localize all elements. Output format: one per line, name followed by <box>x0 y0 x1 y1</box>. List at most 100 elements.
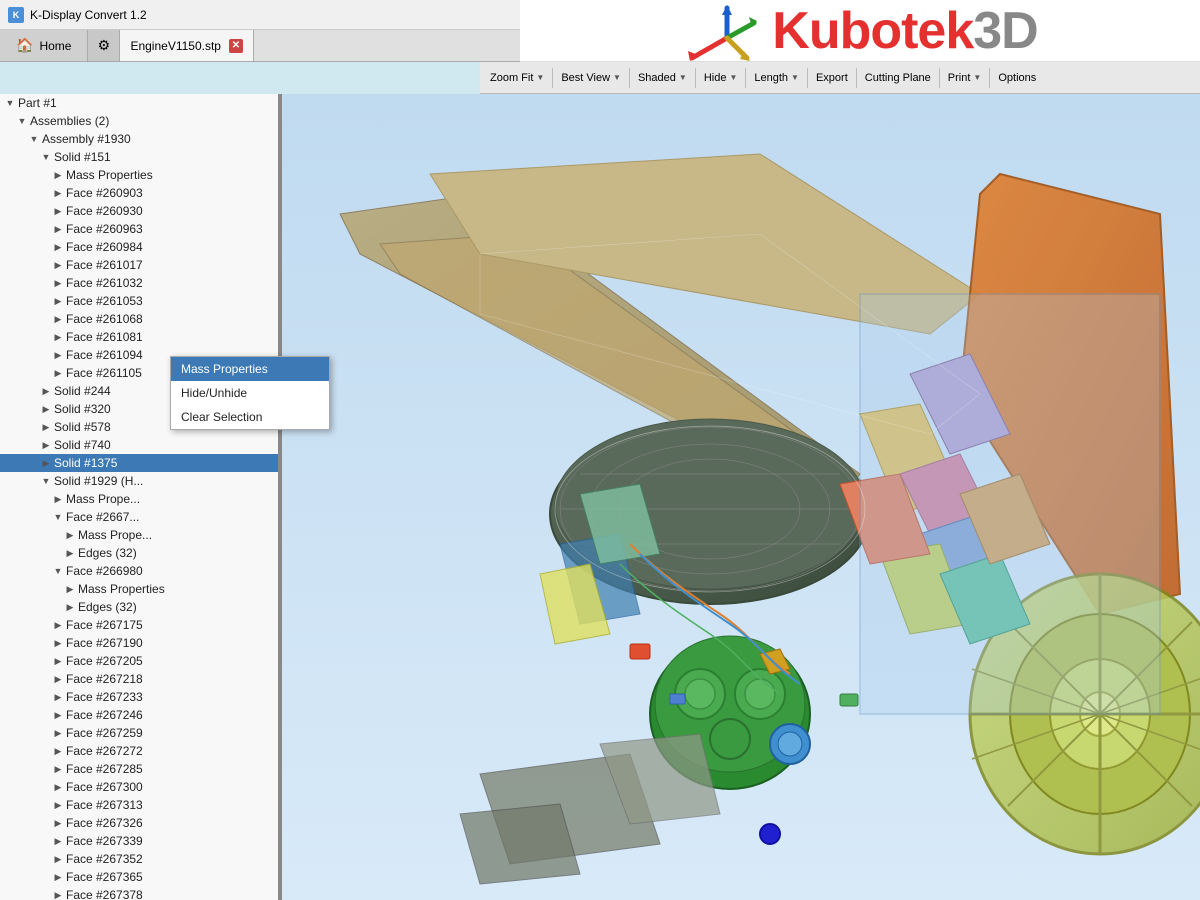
tree-arrow: ▶ <box>52 188 64 199</box>
tree-item-edges32_1[interactable]: ▶Edges (32) <box>0 544 278 562</box>
app-icon: K <box>8 7 24 23</box>
tree-item-solid1929[interactable]: ▼Solid #1929 (H... <box>0 472 278 490</box>
tree-item-face267365[interactable]: ▶Face #267365 <box>0 868 278 886</box>
toolbar-btn-hide[interactable]: Hide▼ <box>698 66 744 90</box>
tree-arrow: ▶ <box>40 440 52 451</box>
tree-item-face267259[interactable]: ▶Face #267259 <box>0 724 278 742</box>
tree-arrow: ▶ <box>52 260 64 271</box>
settings-icon: ⚙ <box>98 37 111 54</box>
tree-item-mass_props_266980[interactable]: ▶Mass Properties <box>0 580 278 598</box>
tree-label: Face #267352 <box>64 852 143 866</box>
tree-item-face267300[interactable]: ▶Face #267300 <box>0 778 278 796</box>
tree-label: Face #267339 <box>64 834 143 848</box>
tree-label: Mass Prope... <box>64 492 140 506</box>
tree-item-face267352[interactable]: ▶Face #267352 <box>0 850 278 868</box>
tree-item-edges32_2[interactable]: ▶Edges (32) <box>0 598 278 616</box>
tree-label: Solid #1929 (H... <box>52 474 143 488</box>
tree-item-face267246[interactable]: ▶Face #267246 <box>0 706 278 724</box>
tree-item-face267272[interactable]: ▶Face #267272 <box>0 742 278 760</box>
tree-item-face261068[interactable]: ▶Face #261068 <box>0 310 278 328</box>
toolbar-btn-length[interactable]: Length▼ <box>748 66 805 90</box>
tree-item-assemblies[interactable]: ▼Assemblies (2) <box>0 112 278 130</box>
context-menu-item-clear-selection[interactable]: Clear Selection <box>171 405 329 429</box>
tree-item-face267175[interactable]: ▶Face #267175 <box>0 616 278 634</box>
tree-item-assembly1930[interactable]: ▼Assembly #1930 <box>0 130 278 148</box>
tree-arrow: ▶ <box>40 458 52 469</box>
tree-item-part1[interactable]: ▼Part #1 <box>0 94 278 112</box>
tree-item-solid740[interactable]: ▶Solid #740 <box>0 436 278 454</box>
tree-item-face260984[interactable]: ▶Face #260984 <box>0 238 278 256</box>
toolbar-divider <box>807 68 808 88</box>
tree-item-face261032[interactable]: ▶Face #261032 <box>0 274 278 292</box>
tab-settings[interactable]: ⚙ <box>88 30 120 61</box>
tree-item-face2667[interactable]: ▼Face #2667... <box>0 508 278 526</box>
tree-label: Face #267272 <box>64 744 143 758</box>
tree-arrow: ▼ <box>40 476 52 486</box>
tree-label: Face #267326 <box>64 816 143 830</box>
tree-item-face260930[interactable]: ▶Face #260930 <box>0 202 278 220</box>
tree-label: Assembly #1930 <box>40 132 131 146</box>
tree-arrow: ▶ <box>52 170 64 181</box>
tree-item-face267326[interactable]: ▶Face #267326 <box>0 814 278 832</box>
tree-item-face267285[interactable]: ▶Face #267285 <box>0 760 278 778</box>
dropdown-arrow: ▼ <box>791 73 799 82</box>
home-icon: 🏠 <box>16 37 33 54</box>
tree-label: Face #267246 <box>64 708 143 722</box>
tree-item-solid1375[interactable]: ▶Solid #1375 <box>0 454 278 472</box>
tree-item-face261017[interactable]: ▶Face #261017 <box>0 256 278 274</box>
tree-item-face267205[interactable]: ▶Face #267205 <box>0 652 278 670</box>
tree-label: Face #267218 <box>64 672 143 686</box>
tree-label: Face #267378 <box>64 888 143 900</box>
tree-item-mass_props_151[interactable]: ▶Mass Properties <box>0 166 278 184</box>
tree-arrow: ▶ <box>52 224 64 235</box>
tree-item-face267339[interactable]: ▶Face #267339 <box>0 832 278 850</box>
context-menu: Mass PropertiesHide/UnhideClear Selectio… <box>170 356 330 430</box>
tree-item-face260903[interactable]: ▶Face #260903 <box>0 184 278 202</box>
tree-arrow: ▶ <box>52 782 64 793</box>
toolbar-divider <box>629 68 630 88</box>
tree-label: Face #261068 <box>64 312 143 326</box>
toolbar-btn-print[interactable]: Print▼ <box>942 66 988 90</box>
toolbar-divider <box>745 68 746 88</box>
tree-arrow: ▶ <box>52 278 64 289</box>
tree-item-mass_props_1929[interactable]: ▶Mass Prope... <box>0 490 278 508</box>
tree-arrow: ▶ <box>52 854 64 865</box>
viewport <box>280 94 1200 900</box>
tree-item-face267218[interactable]: ▶Face #267218 <box>0 670 278 688</box>
tree-label: Face #261017 <box>64 258 143 272</box>
tree-item-face267378[interactable]: ▶Face #267378 <box>0 886 278 900</box>
tree-arrow: ▼ <box>4 98 16 108</box>
tree-item-face261081[interactable]: ▶Face #261081 <box>0 328 278 346</box>
toolbar-btn-zoom-fit[interactable]: Zoom Fit▼ <box>484 66 550 90</box>
tree-item-face261053[interactable]: ▶Face #261053 <box>0 292 278 310</box>
tree-item-face266980[interactable]: ▼Face #266980 <box>0 562 278 580</box>
tree-item-face267233[interactable]: ▶Face #267233 <box>0 688 278 706</box>
context-menu-item-mass-props[interactable]: Mass Properties <box>171 357 329 381</box>
tree-item-face260963[interactable]: ▶Face #260963 <box>0 220 278 238</box>
tree-label: Face #261053 <box>64 294 143 308</box>
toolbar-btn-best-view[interactable]: Best View▼ <box>555 66 627 90</box>
logo-3d: 3D <box>973 2 1037 60</box>
dropdown-arrow: ▼ <box>613 73 621 82</box>
tree-arrow: ▶ <box>40 404 52 415</box>
resize-handle[interactable] <box>278 94 282 900</box>
context-menu-item-hide-unhide[interactable]: Hide/Unhide <box>171 381 329 405</box>
tree-arrow: ▶ <box>52 836 64 847</box>
tree-item-face267190[interactable]: ▶Face #267190 <box>0 634 278 652</box>
tree-item-solid151[interactable]: ▼Solid #151 <box>0 148 278 166</box>
tree-arrow: ▶ <box>52 656 64 667</box>
toolbar-btn-cutting-plane[interactable]: Cutting Plane <box>859 66 937 90</box>
tab-file[interactable]: EngineV1150.stp ✕ <box>120 30 254 61</box>
tree-item-face267313[interactable]: ▶Face #267313 <box>0 796 278 814</box>
tree-arrow: ▶ <box>64 602 76 613</box>
tree-item-mass_props_2667[interactable]: ▶Mass Prope... <box>0 526 278 544</box>
dropdown-arrow: ▼ <box>679 73 687 82</box>
tree-panel[interactable]: ▼Part #1▼Assemblies (2)▼Assembly #1930▼S… <box>0 94 280 900</box>
toolbar-btn-export[interactable]: Export <box>810 66 854 90</box>
toolbar-btn-shaded[interactable]: Shaded▼ <box>632 66 693 90</box>
tab-home[interactable]: 🏠 Home <box>0 30 88 61</box>
close-tab-button[interactable]: ✕ <box>229 39 243 53</box>
toolbar-btn-options[interactable]: Options <box>992 66 1042 90</box>
app-title: K-Display Convert 1.2 <box>30 8 147 22</box>
tree-label: Face #260930 <box>64 204 143 218</box>
